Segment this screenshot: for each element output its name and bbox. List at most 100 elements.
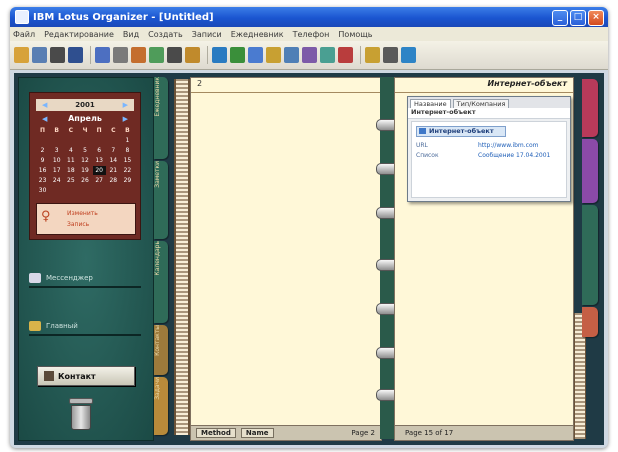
calendar-day[interactable]: 8 [121,146,134,155]
internet-object-popup[interactable]: Название Тип/Компания Интернет-объект Ин… [407,96,571,202]
right-section-tab[interactable] [582,307,598,337]
prev-month-arrow-icon[interactable]: ◀ [42,115,47,123]
print-icon[interactable] [50,47,65,63]
right-section-tab[interactable] [582,79,598,137]
calendar-day[interactable]: 30 [36,186,49,195]
new-icon[interactable] [32,47,47,63]
copy-icon[interactable] [131,47,146,63]
calendar-day[interactable]: 27 [93,176,106,185]
find-icon[interactable] [212,47,227,63]
cut-icon[interactable] [113,47,128,63]
name-button[interactable]: Name [240,428,274,438]
notebook-spine [376,77,400,439]
todo-icon[interactable] [266,47,281,63]
calendar-day[interactable]: 3 [50,146,63,155]
calendar-day[interactable]: 4 [64,146,77,155]
calendar-day[interactable]: 23 [36,176,49,185]
calendar-day[interactable]: 11 [64,156,77,165]
calendar-day[interactable]: 26 [78,176,91,185]
redo-icon[interactable] [185,47,200,63]
section-tab[interactable]: Ежедневник [154,77,168,159]
organizer-workspace: ◀ 2001 ▶ ◀ Апрель ▶ П В С Ч П С В 1 2 3 4 5 6 7 8 9 10 11… [14,73,604,445]
method-button[interactable]: Method [196,428,236,438]
calendar-day[interactable]: 15 [121,156,134,165]
close-button[interactable]: × [588,10,604,26]
right-page[interactable]: Интернет-объект Название Тип/Компания Ин… [394,77,574,441]
planner-icon[interactable] [320,47,335,63]
calendar-day[interactable]: 7 [107,146,120,155]
notes-icon[interactable] [230,47,245,63]
calendar-day[interactable]: 6 [93,146,106,155]
menu-file[interactable]: Файл [13,30,35,39]
menu-help[interactable]: Помощь [338,30,372,39]
calendar-day[interactable]: 19 [78,166,91,175]
right-section-tab[interactable] [582,205,598,305]
internet-object-item-label: Интернет-объект [429,127,494,135]
calls-icon[interactable] [302,47,317,63]
popup-url[interactable]: http://www.ibm.com [478,142,539,149]
section-tab[interactable]: Календарь [154,241,168,323]
help-icon[interactable] [401,47,416,63]
calendar-day[interactable]: 13 [93,156,106,165]
calendar-notes[interactable]: ♀ Изменить Запись [36,203,136,235]
home-link[interactable]: Главный [29,318,141,336]
minimize-button[interactable]: _ [552,10,568,26]
anniversary-icon[interactable] [338,47,353,63]
section-tab[interactable]: Задачи [154,377,168,435]
calendar-day[interactable]: 24 [50,176,63,185]
title-bar[interactable]: IBM Lotus Organizer - [Untitled] _ □ × [10,7,608,27]
prev-year-arrow-icon[interactable]: ◀ [42,101,47,109]
calendar-day[interactable]: 5 [78,146,91,155]
popup-tabs: Название Тип/Компания [408,97,570,108]
alarm-icon[interactable] [383,47,398,63]
contact-button[interactable]: Контакт [37,366,135,386]
left-page[interactable]: 2 Method Name Page 2 [190,77,382,441]
menu-records[interactable]: Записи [192,30,222,39]
tools-icon[interactable] [365,47,380,63]
next-month-arrow-icon[interactable]: ▶ [123,115,128,123]
right-page-title: Интернет-объект [487,79,567,88]
calendar-day[interactable]: 22 [121,166,134,175]
calendar-icon[interactable] [248,47,263,63]
calendar-day[interactable]: 18 [64,166,77,175]
popup-tab-name[interactable]: Название [410,99,451,108]
menu-phone[interactable]: Телефон [293,30,330,39]
calendar-day[interactable]: 17 [50,166,63,175]
link-icon[interactable] [95,47,110,63]
maximize-button[interactable]: □ [570,10,586,26]
menu-edit[interactable]: Редактирование [44,30,114,39]
section-tab[interactable]: Контакты [154,325,168,375]
calendar-day[interactable]: 14 [107,156,120,165]
calendar-day[interactable]: 29 [121,176,134,185]
save-icon[interactable] [68,47,83,63]
calendar-day[interactable]: 21 [107,166,120,175]
left-page-number: 2 [197,79,203,88]
calendar-day[interactable]: 25 [64,176,77,185]
calendar-day[interactable]: 9 [36,156,49,165]
messenger-link[interactable]: Мессенджер [29,270,141,288]
undo-icon[interactable] [167,47,182,63]
menu-create[interactable]: Создать [148,30,183,39]
menu-view[interactable]: Вид [123,30,139,39]
next-year-arrow-icon[interactable]: ▶ [123,101,128,109]
calendar-day[interactable]: 2 [36,146,49,155]
calendar-day[interactable]: 16 [36,166,49,175]
trash-icon[interactable] [69,398,93,430]
calendar-day[interactable]: 28 [107,176,120,185]
home-link-label: Главный [46,322,78,330]
contact-icon [44,371,54,381]
address-icon[interactable] [284,47,299,63]
internet-object-item[interactable]: Интернет-объект [416,126,506,137]
calendar-empty-cell [93,186,106,195]
right-section-tab[interactable] [582,139,598,203]
open-icon[interactable] [14,47,29,63]
paste-icon[interactable] [149,47,164,63]
menu-planner[interactable]: Ежедневник [231,30,284,39]
calendar-day[interactable]: 1 [121,136,134,145]
calendar-day[interactable]: 12 [78,156,91,165]
weekday-label: Ч [82,127,88,134]
calendar-day[interactable]: 20 [92,166,106,175]
section-tab[interactable]: Заметки [154,161,168,239]
popup-tab-company[interactable]: Тип/Компания [452,99,510,108]
calendar-day[interactable]: 10 [50,156,63,165]
